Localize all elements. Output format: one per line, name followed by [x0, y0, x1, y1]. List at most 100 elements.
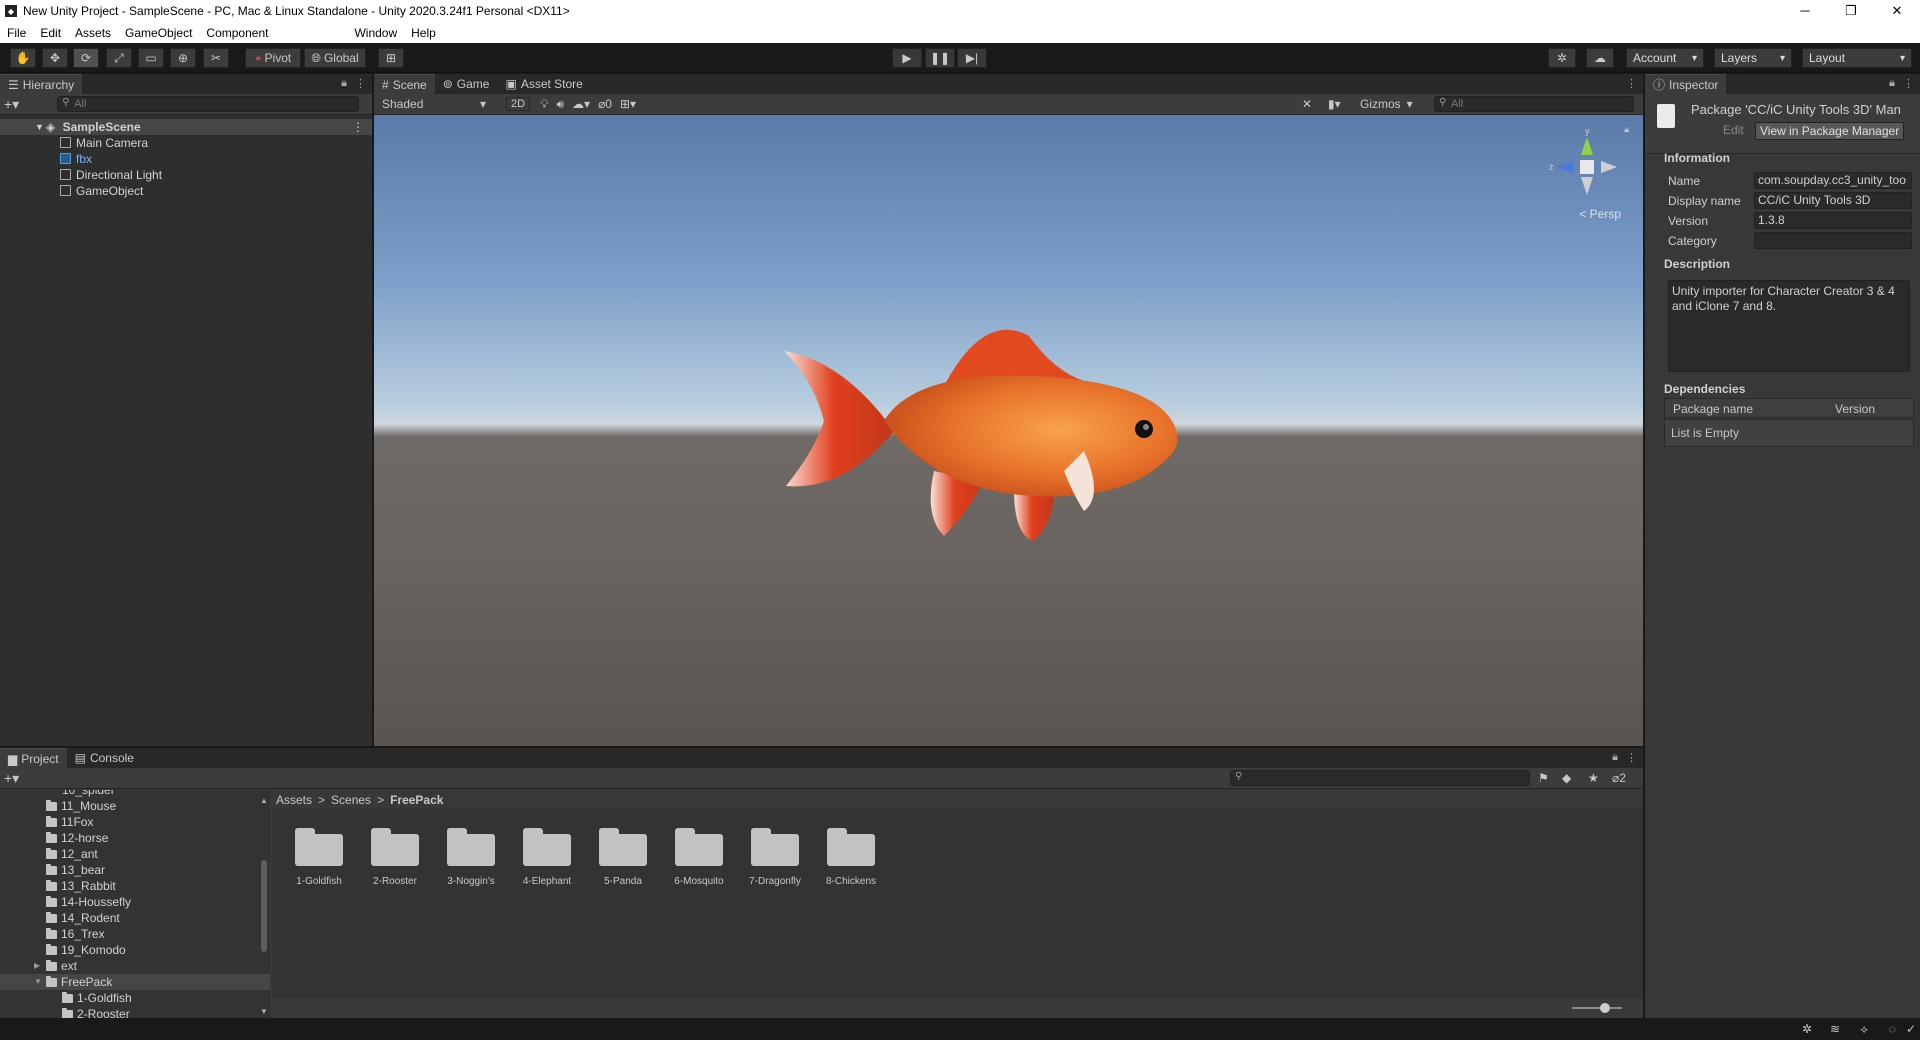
minimize-button[interactable]: ─: [1782, 0, 1828, 22]
tree-item[interactable]: 12-horse: [0, 830, 270, 846]
lock-icon[interactable]: 🔒︎: [341, 77, 347, 90]
hidden-objects-icon[interactable]: ⌀0: [598, 97, 612, 111]
tree-item[interactable]: 10_spider: [0, 790, 270, 798]
lighting-icon[interactable]: 💡︎: [540, 97, 548, 112]
kebab-menu-icon[interactable]: ⋮: [1626, 751, 1637, 764]
goldfish-model[interactable]: [784, 311, 1264, 551]
tree-item[interactable]: ▶ ext: [0, 958, 270, 974]
hidden-packages-icon[interactable]: ⌀2: [1612, 771, 1626, 785]
scale-tool-icon[interactable]: ⤢: [106, 48, 132, 68]
expand-arrow-icon[interactable]: ▼: [35, 119, 44, 135]
hierarchy-search-input[interactable]: All: [57, 96, 360, 112]
folder-item[interactable]: 6-Mosquito: [661, 828, 737, 887]
2d-toggle[interactable]: 2D: [506, 97, 531, 111]
search-by-label-icon[interactable]: ◆: [1562, 771, 1571, 785]
tab-project[interactable]: ▆ Project: [0, 748, 67, 768]
layers-dropdown[interactable]: Layers: [1714, 48, 1792, 68]
gizmos-dropdown[interactable]: Gizmos ▾: [1360, 97, 1413, 111]
zoom-slider-thumb[interactable]: [1600, 1003, 1610, 1013]
move-tool-icon[interactable]: ✥: [42, 48, 68, 68]
tree-item[interactable]: 13_Rabbit: [0, 878, 270, 894]
transform-tool-icon[interactable]: ⊕: [170, 48, 196, 68]
gizmo-lock-icon[interactable]: 🔒︎: [1624, 124, 1629, 135]
hierarchy-item[interactable]: GameObject: [0, 183, 372, 199]
menu-window[interactable]: Window: [347, 26, 404, 40]
breadcrumb-assets[interactable]: Assets: [276, 793, 312, 807]
folder-item[interactable]: 8-Chickens: [813, 828, 889, 887]
folder-item[interactable]: 1-Goldfish: [281, 828, 357, 887]
tree-item[interactable]: 19_Komodo: [0, 942, 270, 958]
tab-scene[interactable]: # Scene: [374, 74, 435, 94]
effects-icon[interactable]: ☁▾: [572, 97, 590, 111]
cloud-icon[interactable]: ☁: [1586, 48, 1614, 68]
scene-viewport[interactable]: y z 🔒︎ < Persp: [374, 115, 1643, 746]
display-name-field[interactable]: CC/iC Unity Tools 3D: [1754, 192, 1912, 209]
tree-item[interactable]: 2-Rooster: [0, 1006, 270, 1018]
tree-item[interactable]: 1-Goldfish: [0, 990, 270, 1006]
kebab-menu-icon[interactable]: ⋮: [355, 77, 366, 90]
menu-assets[interactable]: Assets: [68, 26, 118, 40]
check-circle-icon[interactable]: ✓: [1906, 1022, 1916, 1036]
menu-file[interactable]: File: [0, 26, 33, 40]
folder-item[interactable]: 4-Elephant: [509, 828, 585, 887]
rect-tool-icon[interactable]: ▭: [138, 48, 164, 68]
tab-hierarchy[interactable]: ☰ Hierarchy: [0, 74, 83, 94]
version-field[interactable]: 1.3.8: [1754, 212, 1912, 229]
folder-item[interactable]: 3-Noggin's: [433, 828, 509, 887]
settings-check-icon[interactable]: ◌: [1889, 1022, 1896, 1036]
tools-icon[interactable]: ✕: [1302, 97, 1312, 111]
tree-item[interactable]: 13_bear: [0, 862, 270, 878]
kebab-menu-icon[interactable]: ⋮: [1626, 77, 1637, 90]
tree-scrollbar[interactable]: ▲ ▼: [260, 796, 268, 1016]
menu-component[interactable]: Component: [199, 26, 275, 40]
pivot-toggle[interactable]: ⌖ Pivot: [245, 48, 301, 68]
network-icon[interactable]: ⟡: [1860, 1022, 1868, 1037]
expand-arrow-icon[interactable]: ▼: [34, 974, 42, 990]
tree-item[interactable]: 14_Rodent: [0, 910, 270, 926]
scene-menu-icon[interactable]: ⋮: [352, 119, 364, 135]
tab-console[interactable]: ▤ Console: [67, 748, 142, 768]
folder-item[interactable]: 5-Panda: [585, 828, 661, 887]
scene-row[interactable]: ▼ ◈ SampleScene ⋮: [0, 119, 372, 135]
global-toggle[interactable]: 🌐︎ Global: [304, 48, 366, 68]
step-button[interactable]: ▶|: [957, 48, 987, 68]
name-field[interactable]: com.soupday.cc3_unity_too: [1754, 172, 1912, 189]
tree-item[interactable]: 14-Houssefly: [0, 894, 270, 910]
view-in-package-manager-button[interactable]: View in Package Manager: [1755, 122, 1905, 140]
breadcrumb-freepack[interactable]: FreePack: [390, 793, 443, 807]
account-dropdown[interactable]: Account: [1626, 48, 1704, 68]
layout-dropdown[interactable]: Layout: [1802, 48, 1912, 68]
grid-icon[interactable]: ⊞▾: [620, 97, 636, 111]
orientation-gizmo[interactable]: y z: [1547, 125, 1627, 215]
menu-help[interactable]: Help: [404, 26, 443, 40]
project-search-input[interactable]: [1230, 770, 1530, 786]
custom-tool-icon[interactable]: ✂: [203, 48, 229, 68]
edit-button[interactable]: Edit: [1719, 122, 1748, 138]
lock-icon[interactable]: 🔒︎: [1612, 751, 1618, 764]
tree-item[interactable]: 11_Mouse: [0, 798, 270, 814]
kebab-menu-icon[interactable]: ⋮: [1903, 77, 1914, 90]
hierarchy-item[interactable]: Directional Light: [0, 167, 372, 183]
persp-label[interactable]: < Persp: [1579, 207, 1621, 221]
audio-icon[interactable]: 🔊︎: [556, 97, 564, 112]
tab-inspector[interactable]: ⓘ Inspector: [1645, 74, 1727, 94]
close-button[interactable]: ✕: [1874, 0, 1920, 22]
tab-asset-store[interactable]: ▣ Asset Store: [497, 74, 590, 94]
breadcrumb-scenes[interactable]: Scenes: [331, 793, 371, 807]
category-field[interactable]: [1754, 232, 1912, 249]
tree-item[interactable]: 16_Trex: [0, 926, 270, 942]
hierarchy-item[interactable]: fbx: [0, 151, 372, 167]
stack-icon[interactable]: ≋: [1830, 1022, 1840, 1036]
scene-search-input[interactable]: All: [1434, 96, 1634, 112]
camera-icon[interactable]: ▮▾: [1328, 97, 1341, 111]
hand-tool-icon[interactable]: ✋: [10, 48, 36, 68]
folder-item[interactable]: 7-Dragonfly: [737, 828, 813, 887]
tree-scrollbar-thumb[interactable]: [261, 860, 267, 952]
collapse-arrow-icon[interactable]: ▶: [34, 958, 40, 974]
tree-item[interactable]: ▼ FreePack: [0, 974, 270, 990]
tree-item[interactable]: 11Fox: [0, 814, 270, 830]
play-button[interactable]: ▶: [892, 48, 922, 68]
collab-icon[interactable]: ✲: [1548, 48, 1576, 68]
favorites-star-icon[interactable]: ★: [1588, 771, 1599, 785]
folder-item[interactable]: 2-Rooster: [357, 828, 433, 887]
